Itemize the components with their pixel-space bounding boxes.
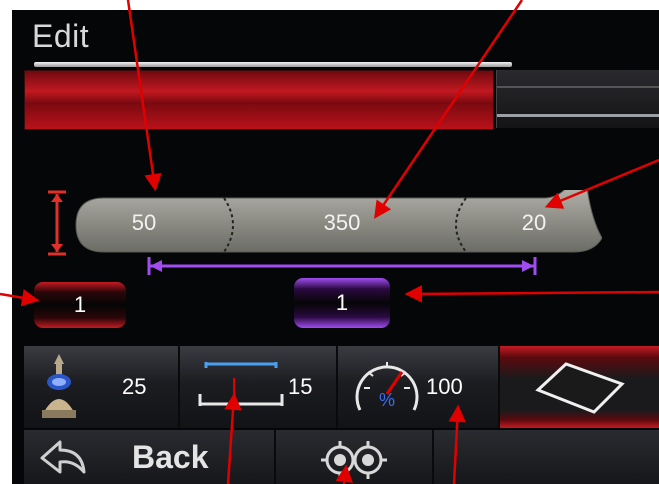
bar-divider (497, 114, 659, 117)
empty-nav-slot (434, 430, 659, 484)
speed-gauge-icon: % (352, 354, 422, 420)
material-param-button[interactable] (500, 346, 659, 428)
height-icon (46, 188, 68, 258)
progress-bar-red[interactable] (24, 70, 494, 130)
gap-icon (198, 360, 284, 412)
gears-icon (318, 436, 390, 480)
param2-value: 15 (288, 374, 313, 399)
tools-button[interactable] (276, 430, 434, 484)
sheet-icon (534, 356, 626, 418)
speed-param-button[interactable]: % 100 (338, 346, 500, 428)
shape-middle-value[interactable]: 350 (302, 210, 382, 236)
profile-shape[interactable]: 50 350 20 (74, 190, 602, 254)
tool-param-button[interactable]: 25 (24, 346, 180, 428)
back-arrow-icon (38, 440, 88, 476)
shape-right-value[interactable]: 20 (494, 210, 574, 236)
param3-value: 100 (426, 374, 463, 399)
tool-icon (34, 352, 84, 422)
param1-value: 25 (122, 374, 147, 399)
title-underline (34, 62, 512, 67)
gap-param-button[interactable]: 15 (180, 346, 338, 428)
center-count-box[interactable]: 1 (294, 278, 390, 328)
back-button[interactable]: Back (24, 430, 276, 484)
back-label: Back (132, 439, 209, 475)
parameter-row: 25 15 % 100 (24, 346, 659, 428)
shape-left-value[interactable]: 50 (104, 210, 184, 236)
svg-text:%: % (379, 390, 395, 410)
bar-divider-top (497, 86, 659, 88)
center-count-value: 1 (335, 290, 349, 315)
width-dimension-arrow (146, 256, 538, 276)
progress-bar-gray[interactable] (496, 70, 659, 128)
page-title: Edit (32, 18, 90, 54)
bottom-nav: Back (24, 430, 659, 484)
left-count-value: 1 (73, 292, 87, 317)
left-count-box[interactable]: 1 (34, 282, 126, 328)
device-screen: Edit 50 350 20 1 1 25 15 % 100 Back (12, 10, 659, 484)
